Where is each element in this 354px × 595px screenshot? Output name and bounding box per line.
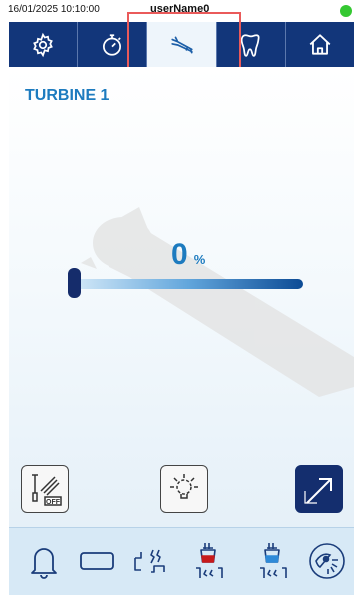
- water-dispense-button[interactable]: [127, 538, 173, 584]
- svg-text:OFF: OFF: [46, 499, 61, 506]
- tab-instrument[interactable]: [147, 22, 217, 67]
- status-bar: 16/01/2025 10:10:00 userName0: [0, 0, 354, 22]
- handpiece-icon: [170, 36, 193, 53]
- bell-button[interactable]: [21, 538, 67, 584]
- water-dispense-icon: [134, 549, 165, 573]
- cup-fill-red-button[interactable]: [186, 538, 232, 584]
- light-button[interactable]: [160, 465, 208, 513]
- rectangle-button[interactable]: [74, 538, 120, 584]
- datetime-label: 16/01/2025 10:10:00: [8, 4, 100, 15]
- rectangle-icon: [80, 552, 114, 570]
- speed-slider-handle[interactable]: [68, 268, 81, 298]
- tab-home[interactable]: [286, 22, 354, 67]
- tooth-icon: [240, 33, 260, 57]
- speed-value: 0: [171, 238, 188, 271]
- cup-fill-blue-button[interactable]: [250, 538, 296, 584]
- reverse-direction-button[interactable]: [295, 465, 343, 513]
- instrument-title: TURBINE 1: [25, 87, 110, 104]
- home-icon: [309, 33, 331, 55]
- top-tab-bar: [9, 22, 354, 67]
- stopwatch-icon: [103, 33, 122, 56]
- eye-sun-icon: [309, 543, 345, 579]
- cup-blue-icon: [260, 543, 287, 578]
- speed-readout: 0%: [171, 238, 205, 272]
- bottom-toolbar: [9, 527, 354, 595]
- tab-settings[interactable]: [9, 22, 79, 67]
- speed-unit: %: [193, 252, 206, 267]
- tab-timer[interactable]: [78, 22, 148, 67]
- gear-icon: [33, 32, 53, 57]
- eye-sun-button[interactable]: [304, 538, 350, 584]
- light-bulb-icon: [170, 474, 198, 499]
- main-panel: TURBINE 1 0% OFF: [9, 67, 354, 527]
- spray-off-button[interactable]: OFF: [21, 465, 69, 513]
- handpiece-background-image: [81, 207, 354, 397]
- speed-slider-track[interactable]: [73, 279, 303, 289]
- spray-off-icon: OFF: [32, 474, 62, 506]
- connection-status-indicator: [340, 5, 352, 17]
- user-name-label: userName0: [150, 3, 210, 15]
- cup-red-icon: [196, 543, 223, 578]
- arrow-diagonal-icon: [304, 478, 332, 504]
- tab-tooth[interactable]: [217, 22, 286, 67]
- bell-icon: [31, 548, 57, 579]
